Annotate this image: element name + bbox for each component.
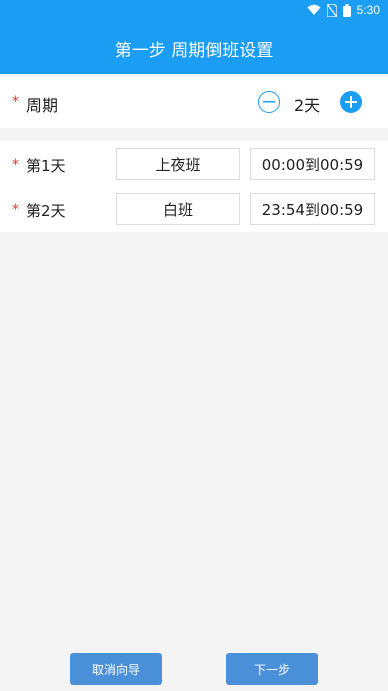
day-shift-list: * 第1天 上夜班 00:00到00:59 * 第2天 白班 23:54到00:…	[0, 141, 388, 232]
time-range-field[interactable]: 00:00到00:59	[250, 148, 375, 180]
increase-period-button[interactable]	[340, 91, 362, 113]
wifi-icon	[307, 4, 321, 15]
status-icons: 5:30	[307, 3, 380, 17]
app-bar: 第一步 周期倒班设置	[0, 22, 388, 74]
plus-icon	[345, 96, 357, 108]
shift-select[interactable]: 上夜班	[116, 148, 240, 180]
period-label: 周期	[26, 96, 59, 115]
day-label: 第1天	[26, 157, 66, 175]
page-title: 第一步 周期倒班设置	[114, 40, 274, 61]
decrease-period-button[interactable]	[258, 91, 280, 113]
required-mark: *	[12, 202, 19, 218]
battery-icon	[342, 3, 351, 17]
required-mark: *	[12, 94, 19, 110]
next-step-button[interactable]: 下一步	[226, 653, 318, 685]
required-mark: *	[12, 157, 19, 173]
minus-icon	[263, 101, 275, 103]
day-row: * 第2天 白班 23:54到00:59	[0, 186, 388, 232]
status-bar: 5:30	[0, 0, 388, 22]
period-row: * 周期 2天	[0, 77, 388, 128]
day-row: * 第1天 上夜班 00:00到00:59	[0, 141, 388, 187]
day-label: 第2天	[26, 202, 66, 220]
cancel-wizard-button[interactable]: 取消向导	[70, 653, 162, 685]
shift-select[interactable]: 白班	[116, 193, 240, 225]
no-sim-icon	[326, 3, 337, 17]
period-value: 2天	[294, 96, 321, 115]
time-range-field[interactable]: 23:54到00:59	[250, 193, 375, 225]
status-time: 5:30	[356, 3, 380, 17]
